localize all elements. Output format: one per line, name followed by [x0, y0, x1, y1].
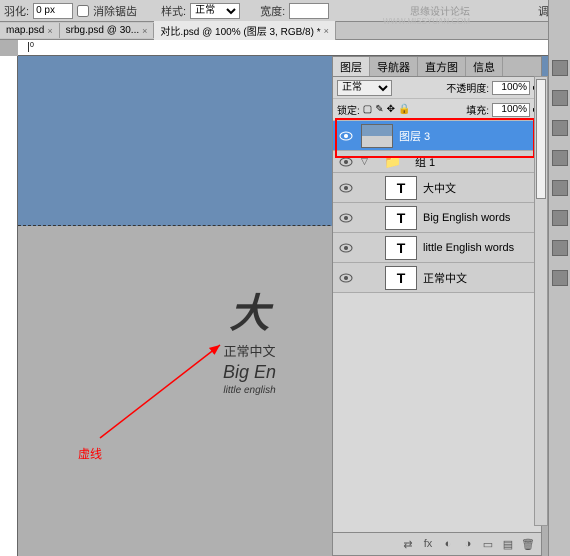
fx-icon[interactable]: fx [421, 537, 435, 551]
layer-item[interactable]: T 正常中文 [333, 263, 541, 293]
scroll-thumb[interactable] [536, 79, 546, 199]
layer-thumbnail [361, 124, 393, 148]
adjustment-icon[interactable]: ◑ [461, 537, 475, 551]
big-english-text: Big En [223, 362, 276, 383]
layer-name: 正常中文 [423, 270, 467, 286]
fill-label: 填充: [466, 102, 489, 117]
tab-info[interactable]: 信息 [466, 57, 503, 76]
layer-name: little English words [423, 242, 514, 254]
doc-tab-active[interactable]: 对比.psd @ 100% (图层 3, RGB/8) * × [154, 21, 335, 40]
feather-label: 羽化: [4, 3, 29, 19]
layer-group[interactable]: ▽ 📁 组 1 [333, 151, 541, 173]
panel-icon[interactable] [552, 240, 568, 256]
tab-navigator[interactable]: 导航器 [370, 57, 418, 76]
collapsed-panels-strip [548, 0, 570, 556]
panel-tabs: 图层 导航器 直方图 信息 [332, 56, 542, 76]
lock-position-icon[interactable]: ✥ [387, 104, 395, 115]
blend-mode-select[interactable]: 正常 [337, 80, 392, 96]
tab-layers[interactable]: 图层 [333, 57, 370, 76]
trash-icon[interactable]: 🗑 [521, 537, 535, 551]
watermark-text: 思缘设计论坛 [410, 3, 470, 18]
watermark-url: WWW.MISSYUAN.COM [383, 17, 470, 26]
layers-panel: 正常 不透明度: ▸ 锁定: ▢ ✎ ✥ 🔒 填充: ▸ 图层 3 ▽ 📁 组 … [332, 76, 542, 556]
text-layer-icon: T [385, 176, 417, 200]
visibility-icon[interactable] [339, 273, 353, 283]
scrollbar-vertical[interactable] [534, 76, 548, 526]
big-chinese-text: 大 [223, 281, 276, 339]
antialias-checkbox[interactable] [77, 5, 89, 17]
antialias-label: 消除锯齿 [93, 3, 137, 19]
panel-icon[interactable] [552, 150, 568, 166]
lock-pixels-icon[interactable]: ✎ [375, 104, 383, 115]
lock-all-icon[interactable]: 🔒 [398, 104, 410, 115]
normal-chinese-text: 正常中文 [223, 341, 276, 360]
feather-input[interactable] [33, 3, 73, 19]
layer-item[interactable]: T Big English words [333, 203, 541, 233]
document-tabbar: map.psd × srbg.psd @ 30... × 对比.psd @ 10… [0, 22, 570, 40]
annotation-label: 虚线 [78, 445, 102, 462]
width-input[interactable] [289, 3, 329, 19]
expand-icon[interactable]: ▽ [361, 156, 371, 167]
close-icon[interactable]: × [142, 26, 147, 36]
width-label: 宽度: [260, 3, 285, 19]
lock-label: 锁定: [337, 102, 360, 117]
visibility-icon[interactable] [339, 157, 353, 167]
doc-tab-srbg[interactable]: srbg.psd @ 30... × [60, 23, 155, 38]
layer-list: 图层 3 ▽ 📁 组 1 T 大中文 T Big English words T… [333, 121, 541, 293]
panel-icon[interactable] [552, 90, 568, 106]
close-icon[interactable]: × [324, 26, 329, 36]
ruler-vertical [0, 56, 18, 556]
visibility-icon[interactable] [339, 131, 353, 141]
style-label: 样式: [161, 3, 186, 19]
close-icon[interactable]: × [47, 26, 52, 36]
visibility-icon[interactable] [339, 243, 353, 253]
doc-tab-map[interactable]: map.psd × [0, 23, 60, 38]
text-layer-icon: T [385, 266, 417, 290]
opacity-label: 不透明度: [446, 80, 489, 95]
style-select[interactable]: 正常 [190, 3, 240, 19]
layer-name: Big English words [423, 212, 510, 224]
lock-transparency-icon[interactable]: ▢ [363, 104, 372, 115]
panel-icon[interactable] [552, 270, 568, 286]
link-layers-icon[interactable]: ⇄ [401, 537, 415, 551]
layers-panel-footer: ⇄ fx ◐ ◑ ▭ ▤ 🗑 [332, 532, 542, 556]
opacity-input[interactable] [492, 81, 530, 95]
text-layer-icon: T [385, 236, 417, 260]
canvas-content: 大 正常中文 Big En little english [223, 281, 276, 396]
layer-name: 图层 3 [399, 128, 430, 144]
ruler-horizontal: 0 [18, 40, 570, 56]
layer-item[interactable]: 图层 3 [333, 121, 541, 151]
panel-icon[interactable] [552, 180, 568, 196]
layer-item[interactable]: T 大中文 [333, 173, 541, 203]
panel-icon[interactable] [552, 210, 568, 226]
folder-icon: 📁 [377, 150, 409, 174]
options-bar: 羽化: 消除锯齿 样式: 正常 宽度: [0, 0, 570, 22]
tab-histogram[interactable]: 直方图 [418, 57, 466, 76]
visibility-icon[interactable] [339, 183, 353, 193]
visibility-icon[interactable] [339, 213, 353, 223]
layer-name: 组 1 [415, 154, 435, 170]
new-group-icon[interactable]: ▭ [481, 537, 495, 551]
panel-icon[interactable] [552, 60, 568, 76]
layer-name: 大中文 [423, 180, 456, 196]
panel-icon[interactable] [552, 120, 568, 136]
mask-icon[interactable]: ◐ [441, 537, 455, 551]
little-english-text: little english [223, 385, 276, 396]
fill-input[interactable] [492, 103, 530, 117]
text-layer-icon: T [385, 206, 417, 230]
new-layer-icon[interactable]: ▤ [501, 537, 515, 551]
layer-item[interactable]: T little English words [333, 233, 541, 263]
